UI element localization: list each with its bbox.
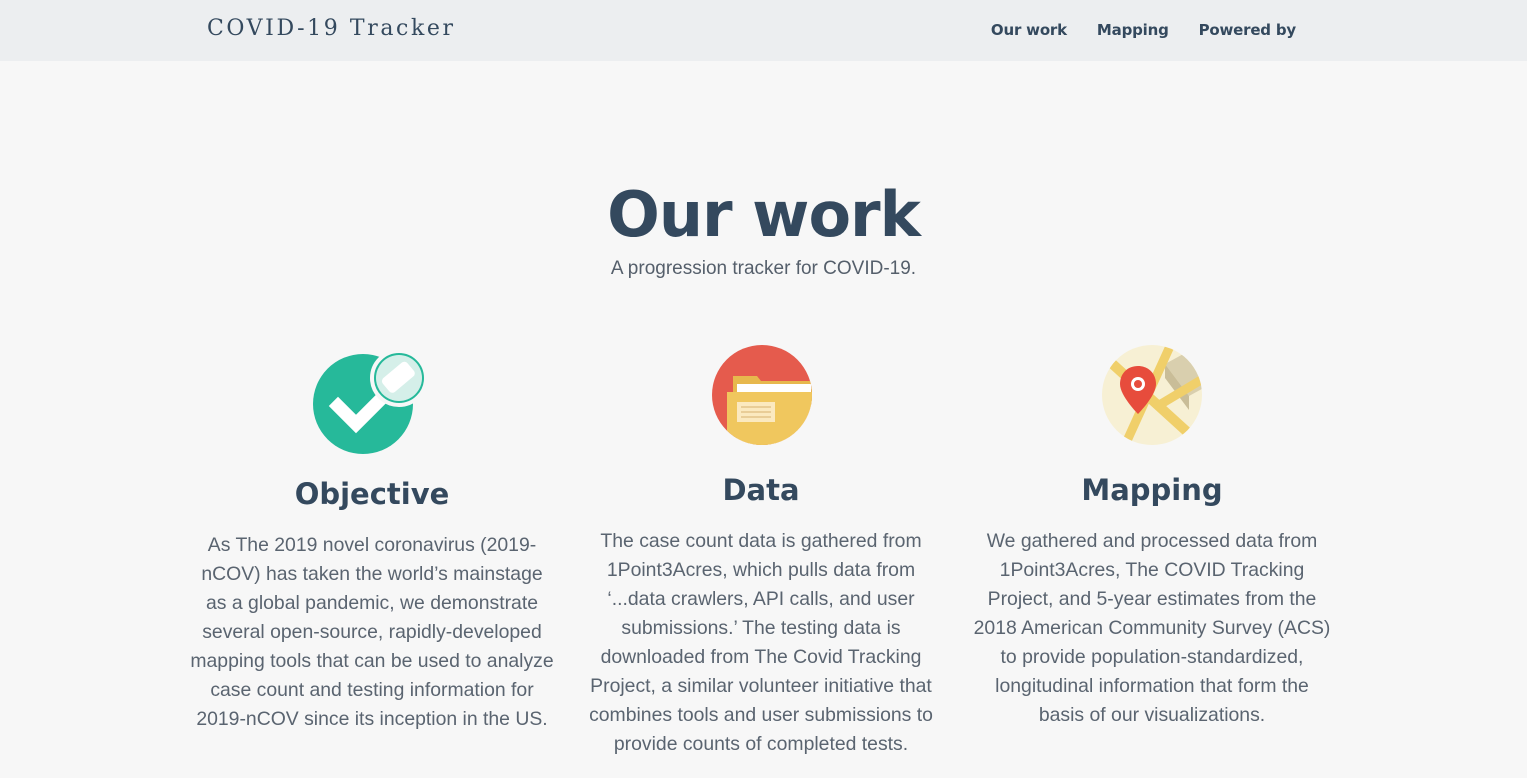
feature-text: As The 2019 novel coronavirus (2019-nCOV… <box>190 534 554 730</box>
page-subtitle: A progression tracker for COVID-19. <box>610 258 917 279</box>
checkmark-icon <box>313 349 428 454</box>
feature-title: Data <box>722 473 800 507</box>
brand-link[interactable]: COVID-19 Tracker <box>207 16 456 41</box>
nav-link-mapping[interactable]: Mapping <box>1097 21 1169 39</box>
feature-title: Objective <box>294 477 450 511</box>
nav-links: Our work Mapping Powered by <box>991 21 1296 39</box>
nav-link-our-work[interactable]: Our work <box>991 21 1067 39</box>
feature-text: We gathered and processed data from 1Poi… <box>973 530 1331 726</box>
feature-data: Data The case count data is gathered fro… <box>578 340 944 770</box>
feature-objective: Objective As The 2019 novel coronavirus … <box>190 340 554 760</box>
feature-text: The case count data is gathered from 1Po… <box>589 530 933 755</box>
page-title: Our work <box>607 178 921 251</box>
feature-mapping: Mapping We gathered and processed data f… <box>970 340 1334 760</box>
nav-link-powered-by[interactable]: Powered by <box>1199 21 1297 39</box>
map-pin-icon <box>1102 345 1202 445</box>
navbar: COVID-19 Tracker Our work Mapping Powere… <box>0 0 1527 61</box>
folder-icon <box>712 345 812 445</box>
feature-title: Mapping <box>1081 473 1223 507</box>
